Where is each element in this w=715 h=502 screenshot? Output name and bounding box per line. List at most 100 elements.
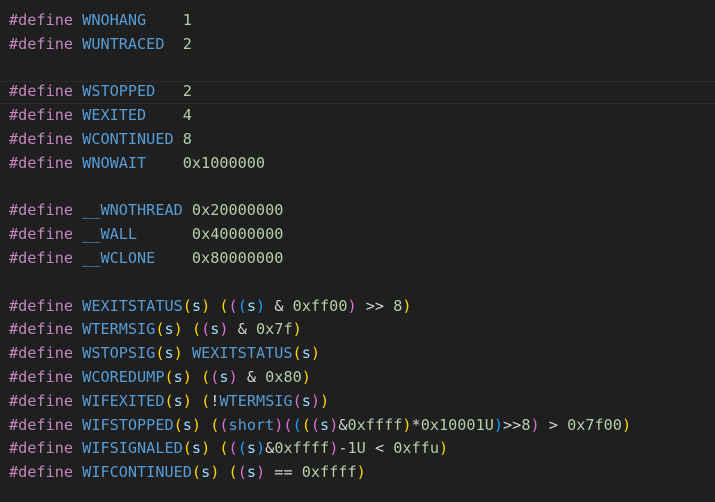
- code-line[interactable]: #define WUNTRACED 2: [9, 33, 192, 57]
- code-editor[interactable]: #define WNOHANG 1 #define WUNTRACED 2 #def…: [0, 0, 715, 502]
- code-token: #define: [9, 415, 74, 434]
- code-token: #define: [9, 225, 74, 244]
- code-token: *: [411, 415, 421, 434]
- code-line[interactable]: #define WEXITSTATUS(s) (((s) & 0xff00) >…: [9, 295, 412, 319]
- code-token: &: [338, 415, 348, 434]
- code-token: WUNTRACED: [82, 34, 165, 53]
- code-token: #define: [9, 249, 74, 267]
- code-token: (: [310, 415, 321, 434]
- code-token: ): [493, 415, 504, 434]
- code-token: s: [246, 463, 256, 482]
- code-line[interactable]: #define WSTOPPED 2: [9, 80, 192, 104]
- code-token: s: [301, 391, 311, 410]
- code-token: s: [173, 391, 183, 410]
- code-token: (: [182, 439, 192, 458]
- code-token: (: [201, 368, 211, 386]
- code-token: ): [182, 391, 192, 410]
- code-token: ): [329, 439, 339, 458]
- code-token: s: [164, 320, 174, 339]
- code-line[interactable]: #define WIFCONTINUED(s) ((s) == 0xffff): [9, 461, 366, 485]
- code-token: #define: [9, 11, 74, 29]
- code-token: s: [191, 439, 202, 458]
- code-token: #define: [9, 296, 74, 315]
- code-token: 2: [182, 82, 192, 101]
- code-token: s: [173, 368, 183, 386]
- code-token: short: [228, 415, 275, 434]
- code-token: s: [191, 296, 202, 315]
- code-line[interactable]: #define WCOREDUMP(s) ((s) & 0x80): [9, 366, 311, 390]
- code-token: WCONTINUED: [82, 130, 174, 148]
- code-token: 1: [182, 11, 192, 29]
- code-token: &: [265, 296, 293, 315]
- code-token: 0xffff: [347, 415, 403, 434]
- code-line[interactable]: #define WEXITED 4: [9, 104, 192, 128]
- code-token: ): [301, 368, 311, 386]
- code-line[interactable]: #define WSTOPSIG(s) WEXITSTATUS(s): [9, 342, 320, 366]
- code-line[interactable]: #define __WALL 0x40000000: [9, 223, 283, 247]
- code-token: WEXITSTATUS: [191, 344, 293, 363]
- code-token: ): [320, 391, 330, 410]
- code-token: &: [265, 439, 275, 458]
- code-line[interactable]: #define WNOHANG 1: [9, 9, 192, 33]
- code-token: (: [228, 296, 238, 315]
- code-token: #define: [9, 82, 74, 101]
- code-token: ): [191, 415, 202, 434]
- code-token: __WCLONE: [82, 249, 156, 267]
- code-token: (: [219, 296, 229, 315]
- code-line[interactable]: #define __WNOTHREAD 0x20000000: [9, 199, 283, 223]
- code-line[interactable]: #define WNOWAIT 0x1000000: [9, 152, 265, 176]
- code-token: #define: [9, 106, 74, 125]
- code-token: (: [301, 415, 311, 434]
- code-token: 0x80: [265, 368, 302, 386]
- code-token: ): [210, 463, 220, 482]
- code-token: __WNOTHREAD: [82, 201, 183, 220]
- code-token: 0x10001U: [420, 415, 494, 434]
- code-line[interactable]: #define __WCLONE 0x80000000: [9, 247, 283, 271]
- code-line[interactable]: #define WCONTINUED 8: [9, 128, 192, 152]
- code-token: WEXITED: [82, 106, 147, 125]
- code-line[interactable]: #define WTERMSIG(s) ((s) & 0x7f): [9, 318, 302, 342]
- code-token: ): [310, 344, 321, 363]
- code-token: WTERMSIG: [82, 320, 156, 339]
- code-token: s: [201, 463, 211, 482]
- code-token: ): [201, 296, 211, 315]
- code-token: -: [338, 439, 348, 458]
- code-token: 0x7f: [256, 320, 293, 339]
- code-line[interactable]: #define WIFEXITED(s) (!WTERMSIG(s)): [9, 390, 329, 414]
- code-token: #define: [9, 153, 74, 172]
- code-token: WSTOPPED: [82, 82, 156, 101]
- code-line[interactable]: #define WIFSIGNALED(s) (((s)&0xffff)-1U …: [9, 437, 448, 461]
- code-token: (: [219, 415, 229, 434]
- code-line[interactable]: #define WIFSTOPPED(s) ((short)((((s)&0xf…: [9, 414, 631, 438]
- code-token: (: [201, 391, 211, 410]
- code-token: #define: [9, 130, 74, 148]
- code-token: WIFEXITED: [82, 391, 165, 410]
- code-token: &: [228, 320, 257, 339]
- code-token: <: [365, 439, 394, 458]
- code-token: #define: [9, 368, 74, 386]
- code-token: 0x80000000: [191, 249, 284, 267]
- code-token: ): [173, 320, 183, 339]
- code-token: ): [621, 415, 632, 434]
- code-token: WIFCONTINUED: [82, 463, 192, 482]
- code-token: s: [320, 415, 330, 434]
- code-token: s: [164, 344, 174, 363]
- code-token: (: [228, 439, 238, 458]
- code-token: 8: [393, 296, 403, 315]
- code-token: WIFSTOPPED: [82, 415, 174, 434]
- code-token: WCOREDUMP: [82, 368, 165, 386]
